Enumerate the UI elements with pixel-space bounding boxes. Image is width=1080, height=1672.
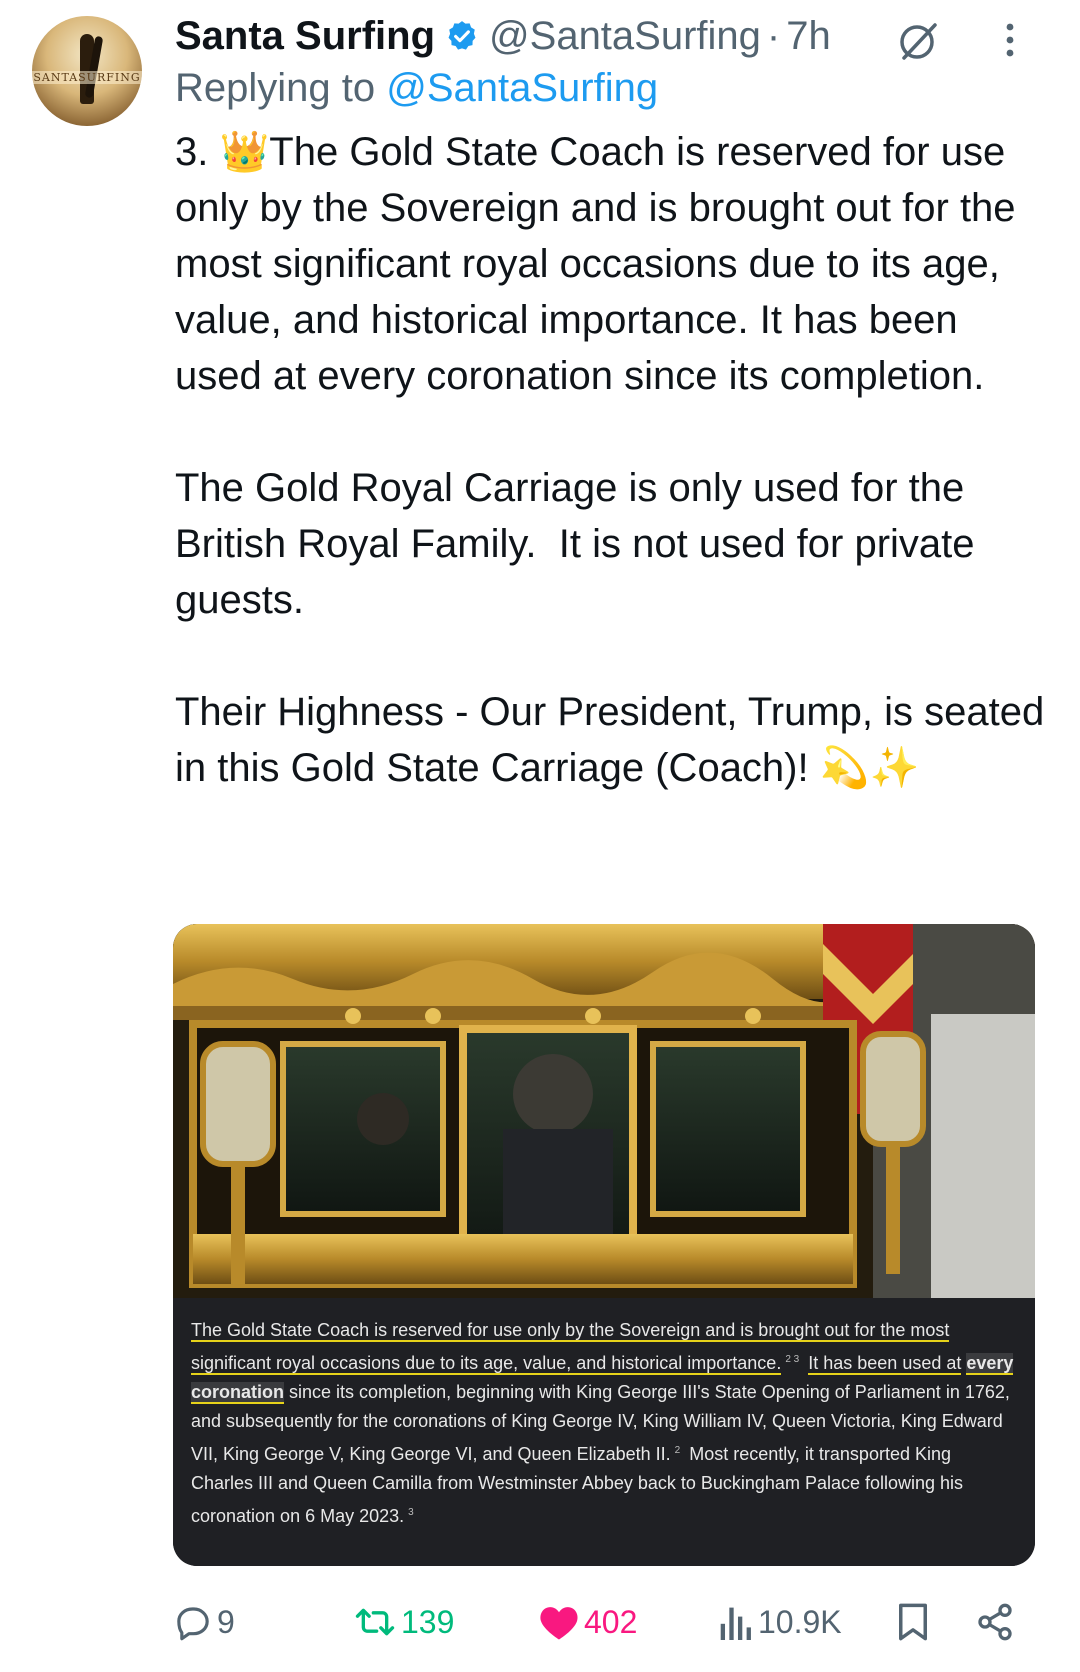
caption-box: The Gold State Coach is reserved for use…: [173, 1298, 1035, 1566]
author-handle[interactable]: @SantaSurfing: [489, 14, 761, 59]
like-count: 402: [584, 1603, 638, 1640]
tweet-media[interactable]: The Gold State Coach is reserved for use…: [173, 924, 1035, 1566]
reply-button[interactable]: 9: [173, 1594, 235, 1650]
share-icon: [978, 1603, 1012, 1641]
replying-to-label: Replying to: [175, 66, 387, 110]
tweet-paragraph: 3. 👑The Gold State Coach is reserved for…: [175, 130, 1027, 398]
author-name[interactable]: Santa Surfing: [175, 14, 435, 59]
reply-icon: [177, 1607, 209, 1641]
bookmark-button[interactable]: [895, 1594, 931, 1650]
views-count: 10.9K: [758, 1603, 842, 1640]
bookmark-icon: [899, 1603, 927, 1641]
tweet-paragraph: Their Highness - Our President, Trump, i…: [175, 690, 1056, 790]
retweet-icon: [355, 1608, 395, 1636]
separator-dot: ·: [766, 13, 781, 58]
replying-to: Replying to @SantaSurfing: [175, 66, 658, 111]
reply-count: 9: [217, 1603, 235, 1640]
share-button[interactable]: [975, 1594, 1015, 1650]
like-button[interactable]: 402: [538, 1594, 637, 1650]
views-button[interactable]: 10.9K: [718, 1594, 842, 1650]
tweet-text: 3. 👑The Gold State Coach is reserved for…: [175, 124, 1045, 796]
avatar-logo-text: SANTASURFING: [32, 71, 142, 84]
coach-illustration: [173, 924, 1035, 1298]
citation-marker[interactable]: 2 3: [785, 1354, 799, 1365]
caption-highlight-2: It has been used at: [808, 1353, 962, 1375]
views-icon: [720, 1607, 751, 1640]
more-options-icon[interactable]: [1000, 20, 1020, 60]
action-bar: 9 139 402 10.9K: [173, 1594, 1013, 1650]
tweet-header: Santa Surfing @SantaSurfing · 7h: [175, 6, 831, 66]
retweet-button[interactable]: 139: [353, 1594, 454, 1650]
heart-icon: [540, 1607, 578, 1640]
caption-text: The Gold State Coach is reserved for use…: [191, 1316, 1017, 1531]
grok-icon[interactable]: [895, 18, 941, 64]
verified-badge-icon: [445, 19, 479, 53]
citation-marker[interactable]: 2: [675, 1445, 681, 1456]
replying-to-mention[interactable]: @SantaSurfing: [386, 66, 658, 110]
tweet-paragraph: The Gold Royal Carriage is only used for…: [175, 466, 986, 622]
gold-state-coach-photo[interactable]: [173, 924, 1035, 1298]
avatar[interactable]: SANTASURFING: [32, 16, 142, 126]
citation-marker[interactable]: 3: [408, 1507, 414, 1518]
tweet-time[interactable]: 7h: [786, 14, 831, 59]
retweet-count: 139: [401, 1603, 455, 1640]
